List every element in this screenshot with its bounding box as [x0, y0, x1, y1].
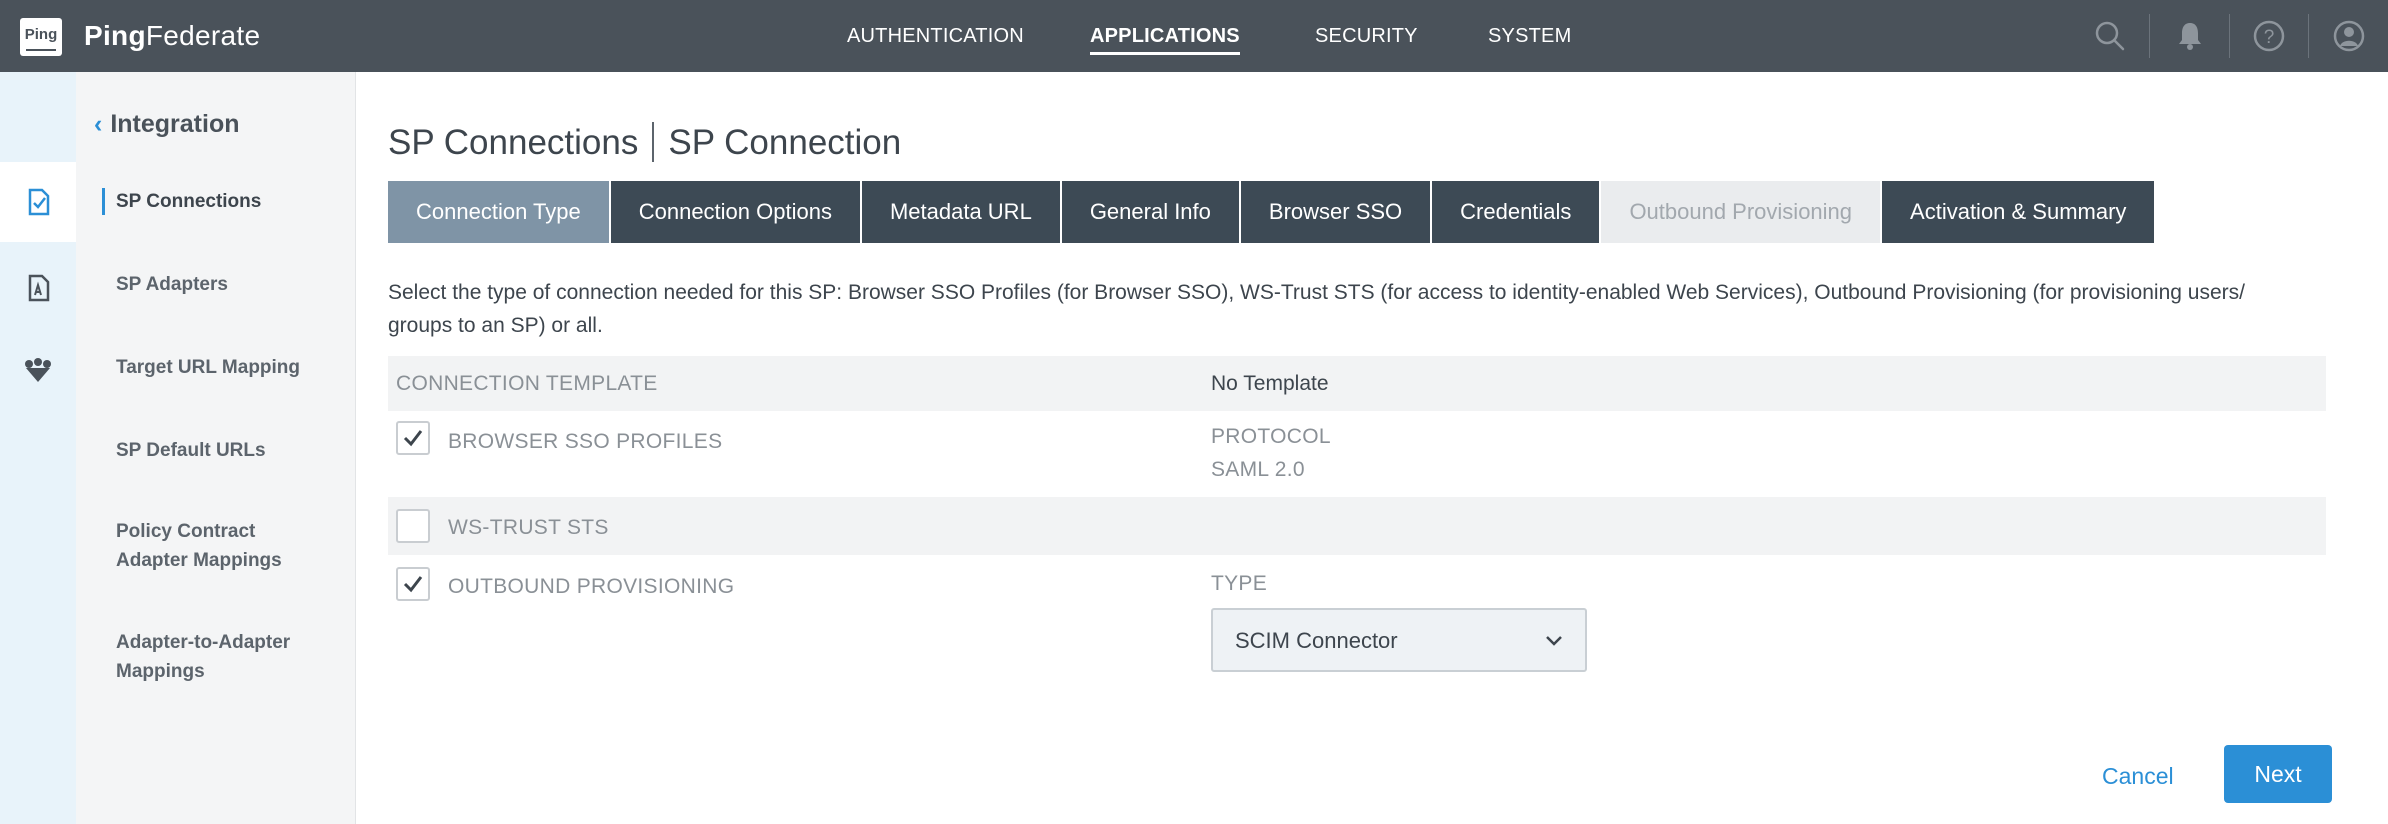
nav-applications[interactable]: APPLICATIONS — [1090, 25, 1240, 55]
tab-browser-sso[interactable]: Browser SSO — [1240, 181, 1433, 243]
ping-logo: Ping — [20, 18, 62, 56]
tab-metadata-url[interactable]: Metadata URL — [861, 181, 1062, 243]
brand-bold: Ping — [84, 20, 146, 51]
logo-text: Ping — [24, 26, 58, 43]
connection-template-row: CONNECTION TEMPLATE No Template — [388, 356, 2326, 411]
tab-connection-type[interactable]: Connection Type — [388, 181, 611, 243]
bell-icon[interactable] — [2172, 18, 2208, 54]
sidebar-item-sp-connections[interactable]: SP Connections — [101, 187, 261, 216]
document-adapter-icon[interactable] — [20, 270, 56, 306]
browser-sso-label: BROWSER SSO PROFILES — [448, 430, 723, 453]
tab-general-info[interactable]: General Info — [1061, 181, 1241, 243]
browser-sso-checkbox[interactable] — [396, 421, 430, 455]
type-select-value: SCIM Connector — [1235, 628, 1398, 653]
help-icon[interactable]: ? — [2251, 18, 2287, 54]
sidebar-back-label: Integration — [110, 110, 240, 138]
description-line: groups to an SP) or all. — [388, 314, 603, 337]
sidebar-item-adapter-to-adapter-mappings[interactable]: Adapter-to-Adapter Mappings — [116, 628, 290, 686]
outbound-provisioning-label: OUTBOUND PROVISIONING — [448, 575, 735, 598]
page-title: SP Connections SP Connection — [388, 122, 901, 163]
cancel-button[interactable]: Cancel — [2102, 763, 2174, 790]
sidebar-item-line: Adapter-to-Adapter — [116, 632, 291, 653]
ws-trust-checkbox[interactable] — [396, 509, 430, 543]
search-icon[interactable] — [2092, 18, 2128, 54]
sidebar-item-target-url-mapping[interactable]: Target URL Mapping — [116, 353, 300, 382]
nav-system[interactable]: SYSTEM — [1488, 25, 1571, 48]
tab-connection-options[interactable]: Connection Options — [610, 181, 862, 243]
tab-activation-summary[interactable]: Activation & Summary — [1882, 181, 2157, 243]
document-check-icon[interactable] — [20, 184, 56, 220]
brand-light: Federate — [145, 20, 261, 51]
sidebar-item-policy-contract-adapter-mappings[interactable]: Policy Contract Adapter Mappings — [116, 517, 282, 575]
ws-trust-row: WS-TRUST STS — [388, 497, 2326, 555]
protocol-value: SAML 2.0 — [1211, 458, 1305, 481]
sidebar-item-sp-adapters[interactable]: SP Adapters — [116, 270, 228, 299]
nav-authentication[interactable]: AUTHENTICATION — [847, 25, 1024, 48]
top-bar: Ping PingFederate AUTHENTICATION APPLICA… — [0, 0, 2388, 72]
page-description: Select the type of connection needed for… — [388, 276, 2338, 342]
user-icon[interactable] — [2331, 18, 2367, 54]
connection-template-label: CONNECTION TEMPLATE — [396, 372, 658, 395]
sidebar: ‹ Integration SP Connections SP Adapters … — [76, 72, 356, 824]
next-button[interactable]: Next — [2224, 745, 2332, 803]
sidebar-item-sp-default-urls[interactable]: SP Default URLs — [116, 436, 266, 465]
brand-name[interactable]: PingFederate — [84, 20, 260, 52]
sidebar-item-line: Adapter Mappings — [116, 550, 282, 571]
tab-outbound-provisioning: Outbound Provisioning — [1601, 181, 1883, 243]
breadcrumb-current: SP Connection — [668, 123, 902, 162]
sidebar-item-line: Policy Contract — [116, 521, 256, 542]
tab-credentials[interactable]: Credentials — [1432, 181, 1602, 243]
checkmark-icon — [403, 430, 423, 447]
browser-sso-row: BROWSER SSO PROFILES PROTOCOL SAML 2.0 — [388, 411, 2326, 497]
breadcrumb-parent[interactable]: SP Connections — [388, 123, 638, 162]
svg-text:?: ? — [2264, 27, 2275, 48]
wizard-tabs: Connection Type Connection Options Metad… — [388, 181, 2157, 243]
checkmark-icon — [403, 576, 423, 593]
shield-network-icon[interactable] — [20, 352, 56, 388]
type-label: TYPE — [1211, 572, 1268, 595]
sidebar-item-line: Mappings — [116, 661, 205, 682]
nav-security[interactable]: SECURITY — [1315, 25, 1418, 48]
outbound-provisioning-checkbox[interactable] — [396, 567, 430, 601]
protocol-label: PROTOCOL — [1211, 425, 1331, 448]
chevron-down-icon — [1546, 636, 1562, 646]
connection-template-value: No Template — [1211, 372, 1329, 395]
ws-trust-label: WS-TRUST STS — [448, 516, 609, 539]
description-line: Select the type of connection needed for… — [388, 281, 2245, 304]
chevron-left-icon: ‹ — [94, 110, 103, 138]
type-select[interactable]: SCIM Connector — [1211, 608, 1587, 672]
sidebar-back-link[interactable]: ‹ Integration — [94, 110, 240, 139]
